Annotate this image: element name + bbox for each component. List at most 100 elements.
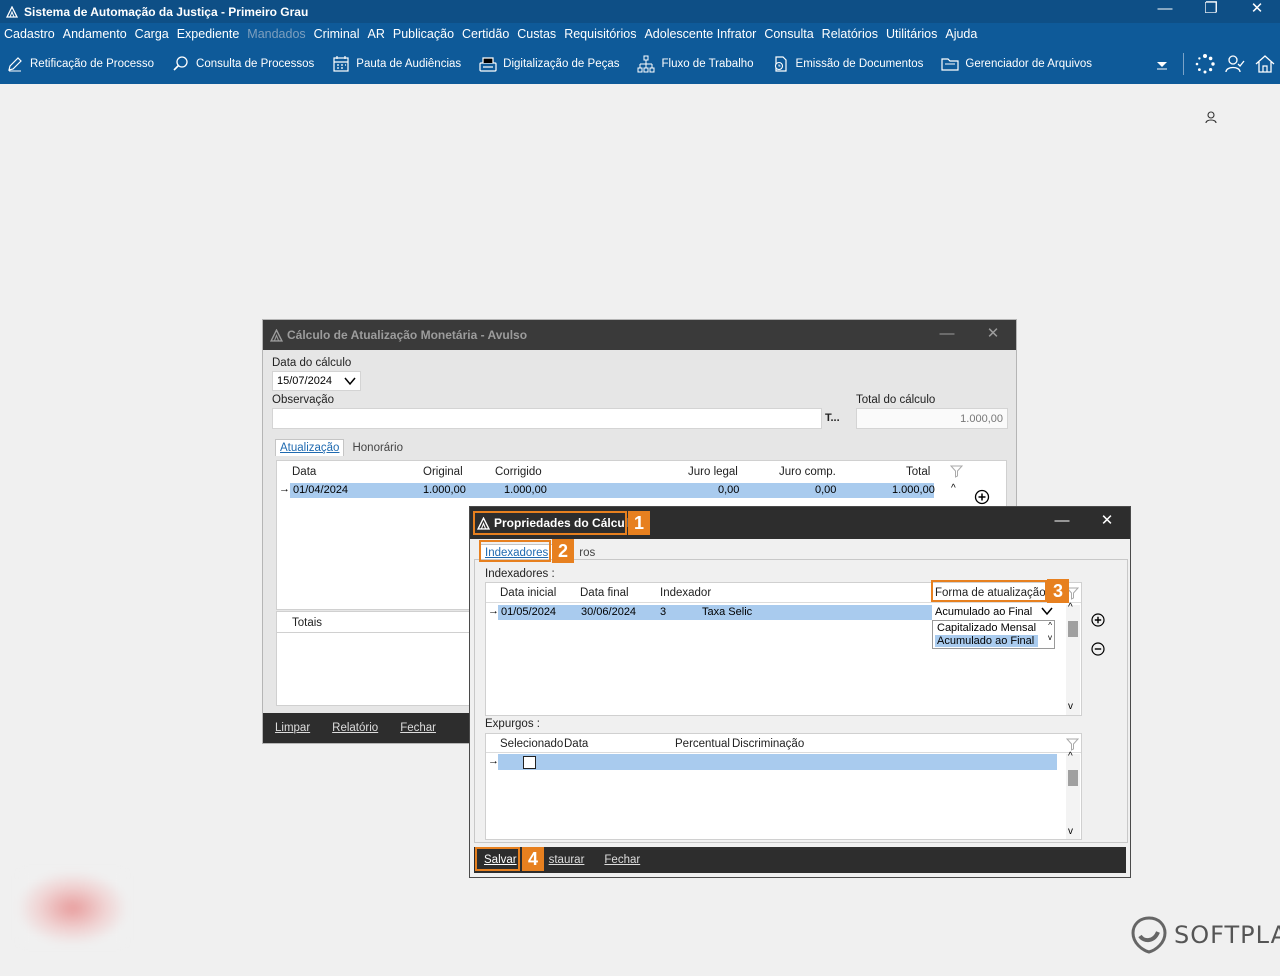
tab-atualizacao[interactable]: Atualização (275, 439, 345, 456)
expurgos-label: Expurgos : (485, 718, 540, 730)
col-header: Juro legal (688, 466, 738, 478)
menu-item-adolescente-infrator[interactable]: Adolescente Infrator (644, 27, 756, 41)
menu-item-publicacao[interactable]: Publicação (393, 27, 454, 41)
cell-indexador-nome: Taxa Selic (702, 606, 753, 618)
menu-item-criminal[interactable]: Criminal (314, 27, 360, 41)
edit-icon (8, 57, 22, 72)
toolbar-label: Consulta de Processos (196, 58, 315, 70)
toolbar-consulta[interactable]: Consulta de Processos (172, 55, 314, 73)
forma-option-selected[interactable]: Acumulado ao Final (935, 635, 1038, 647)
add-icon[interactable] (974, 489, 990, 505)
toolbar-digitalizacao[interactable]: Digitalização de Peças (479, 55, 619, 73)
menu-item-consulta[interactable]: Consulta (764, 27, 813, 41)
toolbar-gerenciador[interactable]: Gerenciador de Arquivos (941, 55, 1092, 73)
scroll-up-icon[interactable]: ^ (1048, 621, 1052, 630)
minimize-button[interactable]: — (1142, 0, 1188, 23)
menu-item-custas[interactable]: Custas (517, 27, 556, 41)
restaurar-button[interactable]: staurar (549, 854, 585, 866)
menu-item-requisitorios[interactable]: Requisitórios (564, 27, 636, 41)
scroll-thumb[interactable] (1068, 770, 1078, 786)
relatorio-button[interactable]: Relatório (332, 722, 378, 734)
calendar-icon (333, 56, 349, 72)
menu-item-certidao[interactable]: Certidão (462, 27, 509, 41)
indexadores-grid: Data inicial Data final Indexador Forma … (485, 582, 1082, 716)
filter-icon[interactable] (1066, 738, 1079, 751)
filter-icon[interactable] (950, 465, 963, 478)
limpar-button[interactable]: Limpar (275, 722, 310, 734)
callout-4-badge: 4 (522, 847, 544, 871)
app-titlebar: Sistema de Automação da Justiça - Primei… (0, 0, 1280, 23)
toolbar-emissao[interactable]: Emissão de Documentos (772, 55, 923, 73)
chevron-down-icon[interactable] (1041, 607, 1053, 616)
table-row[interactable] (290, 483, 934, 498)
close-button[interactable]: ✕ (1085, 507, 1129, 537)
loading-icon[interactable] (1194, 53, 1216, 75)
text-editor-button[interactable]: T... (825, 412, 840, 424)
menu-item-andamento[interactable]: Andamento (63, 27, 127, 41)
col-header: Data final (580, 587, 629, 599)
toolbar-pauta[interactable]: Pauta de Audiências (332, 55, 461, 73)
scroll-down-icon[interactable]: v (1068, 701, 1073, 712)
col-header: Corrigido (495, 466, 542, 478)
cell-data-inicial: 01/05/2024 (501, 606, 557, 618)
menu-item-relatorios[interactable]: Relatórios (822, 27, 878, 41)
user-icon[interactable] (1204, 110, 1218, 124)
callout-1-box (473, 511, 627, 535)
callout-4-box (475, 847, 520, 871)
tab-honorario[interactable]: Honorário (348, 440, 407, 456)
col-header: Data inicial (500, 587, 557, 599)
col-header: Total (906, 466, 931, 478)
minimize-button[interactable]: — (925, 320, 969, 350)
cell-juro-comp: 0,00 (815, 484, 837, 496)
forma-option[interactable]: Capitalizado Mensal (935, 622, 1038, 634)
menu-item-expediente[interactable]: Expediente (177, 27, 240, 41)
remove-icon[interactable] (1091, 642, 1105, 656)
expurgos-scrollbar[interactable]: ^ v (1066, 751, 1080, 839)
menu-item-ajuda[interactable]: Ajuda (945, 27, 977, 41)
chevron-down-icon[interactable] (344, 377, 356, 386)
toolbar-fluxo[interactable]: Fluxo de Trabalho (637, 55, 754, 73)
data-calculo-field[interactable]: 15/07/2024 (272, 371, 361, 391)
cell-corrigido: 1.000,00 (504, 484, 547, 496)
folder-icon (941, 58, 959, 71)
fechar-button[interactable]: Fechar (604, 854, 640, 866)
totais-label: Totais (292, 617, 323, 629)
home-icon[interactable] (1254, 53, 1276, 75)
scanner-icon (479, 57, 497, 72)
scroll-up-icon[interactable]: ^ (1068, 602, 1073, 613)
scroll-up-icon[interactable]: ^ (1068, 751, 1073, 762)
observacao-field[interactable] (272, 408, 822, 429)
menu-bar: Cadastro Andamento Carga Expediente Mandados… (0, 23, 1280, 44)
brand-logo: SOFTPLAN (1130, 916, 1280, 954)
close-button[interactable]: ✕ (971, 320, 1015, 350)
users-icon[interactable] (1224, 53, 1246, 75)
properties-dialog: Propriedades do Cálculo — ✕ Indexadores … (469, 506, 1131, 878)
fechar-button[interactable]: Fechar (400, 722, 436, 734)
scroll-up-icon[interactable]: ^ (951, 483, 956, 494)
minimize-button[interactable]: — (1040, 507, 1084, 537)
data-calculo-value: 15/07/2024 (277, 375, 333, 387)
observacao-label: Observação (272, 394, 335, 406)
forma-select[interactable]: Acumulado ao Final (932, 603, 1058, 621)
close-app-button[interactable]: ✕ (1234, 0, 1280, 23)
menu-item-ar[interactable]: AR (368, 27, 385, 41)
menu-item-carga[interactable]: Carga (135, 27, 169, 41)
scroll-thumb[interactable] (1068, 621, 1078, 637)
selecionado-checkbox[interactable] (523, 756, 536, 769)
chevron-down-icon[interactable] (1151, 53, 1173, 75)
app-title: Sistema de Automação da Justiça - Primei… (24, 4, 309, 19)
softplan-logo-icon (1131, 916, 1167, 954)
indexadores-scrollbar[interactable]: ^ v (1066, 602, 1080, 715)
toolbar-retificacao[interactable]: Retificação de Processo (6, 55, 154, 73)
menu-item-utilitarios[interactable]: Utilitários (886, 27, 937, 41)
col-header: Juro comp. (779, 466, 836, 478)
menu-item-cadastro[interactable]: Cadastro (4, 27, 55, 41)
scroll-down-icon[interactable]: v (1048, 633, 1052, 642)
scroll-down-icon[interactable]: v (1068, 826, 1073, 837)
restore-button[interactable]: ❐ (1188, 0, 1234, 23)
toolbar-label: Gerenciador de Arquivos (965, 58, 1092, 70)
brand-wordmark: SOFTPLAN (1174, 921, 1280, 949)
table-row[interactable] (498, 754, 1057, 770)
row-pointer-icon: → (279, 483, 290, 495)
add-icon[interactable] (1091, 613, 1105, 627)
